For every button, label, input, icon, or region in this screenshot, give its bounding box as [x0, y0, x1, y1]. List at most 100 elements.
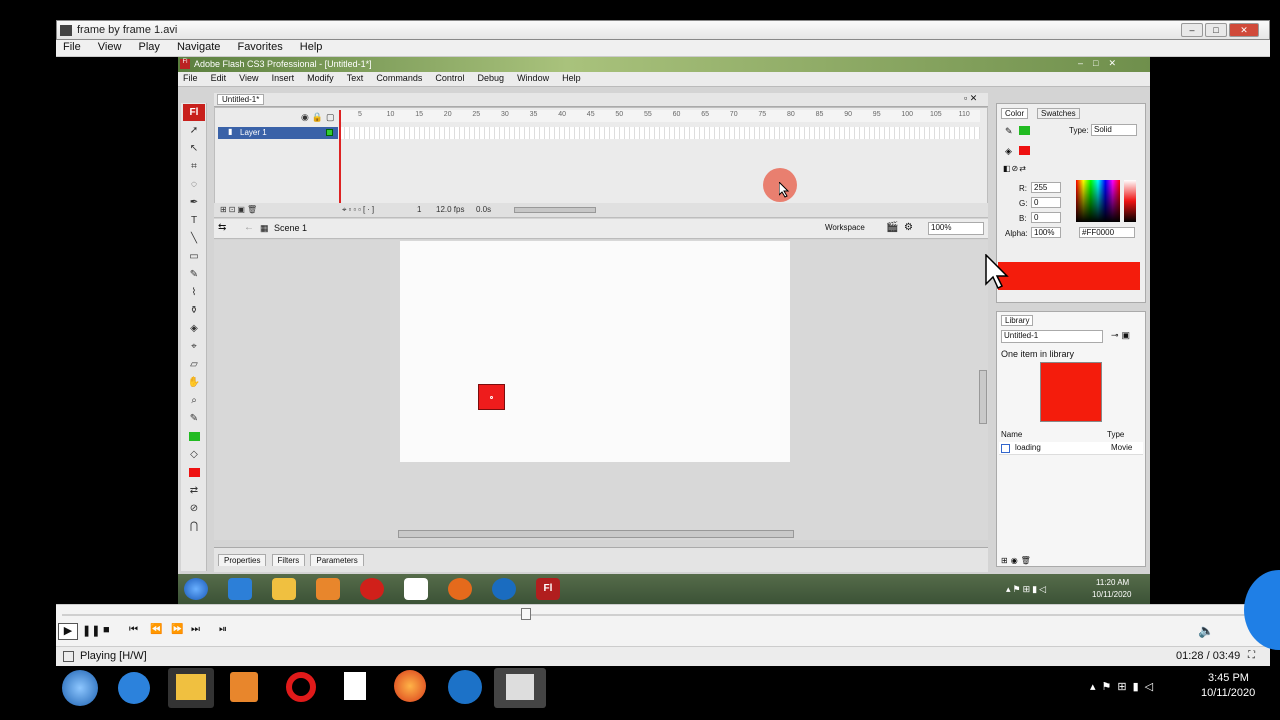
ie-taskbar-icon[interactable] [118, 672, 150, 704]
layer-visibility-icons[interactable]: ◉🔒▢ [301, 112, 338, 123]
recorded-tray-icons[interactable]: ▴⚑⊞▮◁ [1006, 584, 1048, 595]
color-mode-icons[interactable]: ◧⊘⇄ [1003, 164, 1027, 173]
document-window-controls[interactable]: ▫ ✕ [964, 93, 977, 104]
menu-favorites[interactable]: Favorites [230, 40, 289, 54]
flash-window-controls[interactable]: –□✕ [1078, 58, 1146, 70]
onion-skin-icons[interactable]: ⌖▫▫▫[·] [342, 205, 376, 215]
previous-button[interactable]: ⏮ [129, 624, 138, 635]
type-select[interactable]: Solid [1091, 124, 1137, 136]
folder-icon[interactable] [272, 578, 296, 600]
menu-help[interactable]: Help [293, 40, 330, 54]
pen-tool-icon[interactable]: ✒ [183, 194, 205, 211]
tab-library[interactable]: Library [1001, 315, 1034, 326]
stage-hscrollbar[interactable] [398, 530, 794, 538]
snap-icon[interactable]: ⋂ [183, 518, 205, 535]
back-arrow-icon[interactable]: ← [244, 222, 254, 233]
library-document-select[interactable]: Untitled-1 [1001, 330, 1103, 343]
brightness-slider[interactable] [1124, 180, 1136, 222]
firefox-taskbar-icon[interactable] [394, 670, 426, 702]
ink-bottle-tool-icon[interactable]: ⚱ [183, 302, 205, 319]
frames-row[interactable] [340, 127, 980, 139]
flash-menu-view[interactable]: View [234, 72, 263, 84]
workspace-menu[interactable]: Workspace [825, 223, 865, 232]
maximize-button[interactable]: □ [1205, 23, 1227, 37]
col-type-header[interactable]: Type [1107, 430, 1124, 439]
system-tray-icons[interactable]: ▴⚑⊞▮◁ [1090, 680, 1159, 693]
line-tool-icon[interactable]: ╲ [183, 230, 205, 247]
flash-menu-control[interactable]: Control [430, 72, 469, 84]
free-transform-tool-icon[interactable]: ⌗ [183, 158, 205, 175]
alpha-input[interactable]: 100% [1031, 227, 1061, 238]
flash-menu-insert[interactable]: Insert [267, 72, 300, 84]
teamviewer-taskbar-icon[interactable] [448, 670, 482, 704]
tab-swatches[interactable]: Swatches [1037, 108, 1080, 119]
edit-symbols-icon[interactable]: ⚙ [904, 222, 913, 233]
next-button[interactable]: ⏭ [191, 624, 200, 635]
g-input[interactable]: 0 [1031, 197, 1061, 208]
flash-menu-text[interactable]: Text [342, 72, 369, 84]
library-footer-icons[interactable]: ⊞◉🗑 [1001, 556, 1034, 565]
flash-menu-debug[interactable]: Debug [472, 72, 509, 84]
fill-swatch[interactable] [1019, 146, 1030, 155]
stage-vscrollbar[interactable] [979, 370, 987, 424]
player-taskbar-button[interactable] [494, 668, 546, 708]
fill-color-icon[interactable]: ◇ [183, 446, 205, 463]
opera-taskbar-icon[interactable] [286, 672, 316, 702]
timeline-toggle-icon[interactable]: ⇆ [218, 222, 226, 233]
flash-menu-help[interactable]: Help [557, 72, 586, 84]
rewind-button[interactable]: ⏪ [150, 624, 162, 635]
library-pin-icons[interactable]: ⊸▣ [1111, 330, 1133, 341]
minimize-button[interactable]: – [1181, 23, 1203, 37]
stroke-swatch[interactable] [1019, 126, 1030, 135]
hex-input[interactable]: #FF0000 [1079, 227, 1135, 238]
stop-button[interactable]: ■ [103, 624, 110, 636]
media-taskbar-icon[interactable] [230, 672, 258, 702]
zoom-tool-icon[interactable]: ⌕ [183, 392, 205, 409]
flash-menu-commands[interactable]: Commands [371, 72, 427, 84]
seek-thumb[interactable] [521, 608, 531, 620]
tab-color[interactable]: Color [1001, 108, 1029, 119]
fill-color-swatch[interactable] [183, 464, 205, 481]
timeline-scrollbar[interactable] [514, 207, 596, 213]
explorer-taskbar-button[interactable] [168, 668, 214, 708]
volume-icon[interactable]: 🔈 [1198, 623, 1214, 639]
firefox-icon[interactable] [448, 578, 472, 600]
document-tab[interactable]: Untitled-1* [217, 94, 265, 105]
flash-menu-edit[interactable]: Edit [206, 72, 232, 84]
edit-scene-icon[interactable]: 🎬 [886, 222, 898, 233]
zoom-select[interactable]: 100% [928, 222, 984, 235]
frame-ruler[interactable]: 5 10 15 20 25 30 35 40 45 50 55 60 65 70 75 80 85 90 95 100… [340, 110, 980, 122]
scene-name[interactable]: Scene 1 [274, 223, 307, 233]
lasso-tool-icon[interactable]: ◌ [183, 176, 205, 193]
layer-buttons-icons[interactable]: ⊞⊡▣🗑 [220, 205, 259, 214]
pencil-tool-icon[interactable]: ✎ [183, 266, 205, 283]
subselection-tool-icon[interactable]: ↖ [183, 140, 205, 157]
teamviewer-icon[interactable] [492, 578, 516, 600]
flash-menu-window[interactable]: Window [512, 72, 554, 84]
start-button[interactable] [62, 670, 98, 706]
close-button[interactable]: ✕ [1229, 23, 1259, 37]
flash-menu-file[interactable]: File [178, 72, 203, 84]
b-input[interactable]: 0 [1031, 212, 1061, 223]
fullscreen-icon[interactable]: ⛶ [1248, 650, 1255, 661]
layer-row[interactable]: ▮ Layer 1 [218, 127, 338, 139]
paint-bucket-tool-icon[interactable]: ◈ [183, 320, 205, 337]
step-frame-button[interactable]: ⏯ [219, 624, 227, 635]
stage[interactable] [400, 241, 790, 462]
brush-tool-icon[interactable]: ⌇ [183, 284, 205, 301]
selection-tool-icon[interactable]: ➚ [183, 122, 205, 139]
playhead[interactable] [339, 110, 341, 206]
flash-menu-modify[interactable]: Modify [302, 72, 339, 84]
eyedropper-tool-icon[interactable]: ⌖ [183, 338, 205, 355]
tab-filters[interactable]: Filters [271, 554, 306, 566]
fill-bucket-icon[interactable]: ◈ [1005, 146, 1012, 157]
seek-bar[interactable] [62, 614, 1262, 616]
no-color-icon[interactable]: ⊘ [183, 500, 205, 517]
document-icon[interactable] [404, 578, 428, 600]
stroke-pencil-icon[interactable]: ✎ [1005, 126, 1013, 137]
text-tool-icon[interactable]: T [183, 212, 205, 229]
stroke-color-swatch[interactable] [183, 428, 205, 445]
menu-view[interactable]: View [91, 40, 129, 54]
menu-file[interactable]: File [56, 40, 88, 54]
document-taskbar-icon[interactable] [344, 672, 366, 700]
